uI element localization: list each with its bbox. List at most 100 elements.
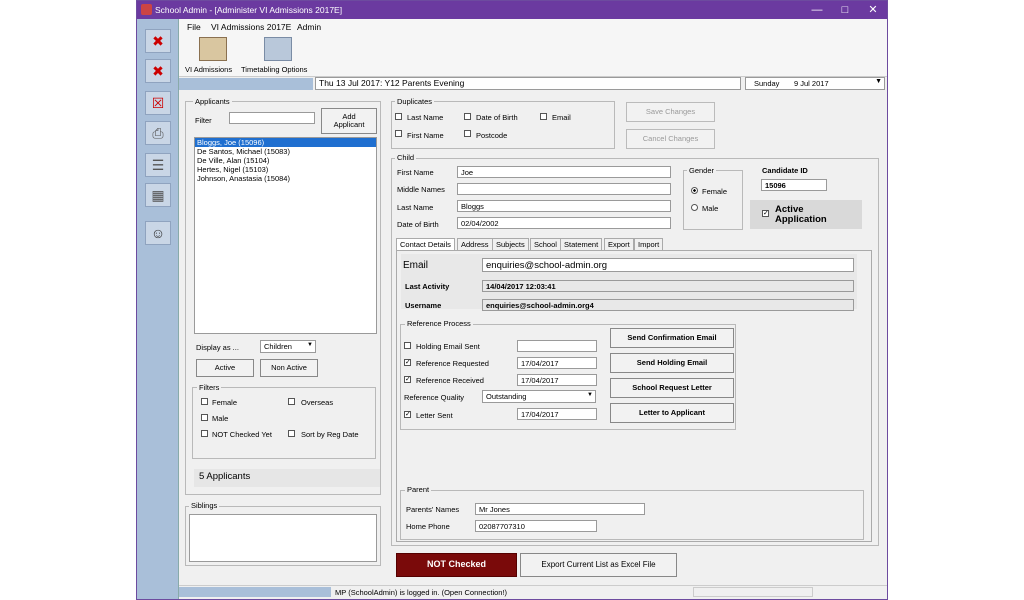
dup-first-name-label: First Name: [407, 131, 444, 140]
active-button[interactable]: Active: [196, 359, 254, 377]
female-checkbox[interactable]: [201, 398, 208, 405]
reference-requested-field[interactable]: 17/04/2017: [517, 357, 597, 369]
male-checkbox[interactable]: [201, 414, 208, 421]
letter-sent-field[interactable]: 17/04/2017: [517, 408, 597, 420]
menu-admin[interactable]: Admin: [297, 22, 321, 32]
applicants-label: Applicants: [193, 97, 232, 106]
tab-import[interactable]: Import: [634, 238, 664, 250]
app-icon: [141, 4, 152, 15]
dup-first-name-checkbox[interactable]: [395, 130, 402, 137]
school-request-letter-button[interactable]: School Request Letter: [610, 378, 734, 398]
tab-address[interactable]: Address: [457, 238, 493, 250]
middle-names-field[interactable]: [457, 183, 671, 195]
reference-quality-label: Reference Quality: [404, 393, 465, 402]
timetabling-icon[interactable]: [264, 37, 292, 61]
parents-names-label: Parents' Names: [406, 505, 460, 514]
cancel-changes-button[interactable]: Cancel Changes: [626, 129, 715, 149]
dup-email-checkbox[interactable]: [540, 113, 547, 120]
male-radio[interactable]: [691, 204, 698, 211]
chevron-down-icon[interactable]: ▼: [587, 392, 593, 398]
active-application-label: Active Application: [775, 204, 827, 225]
vi-admissions-icon[interactable]: [199, 37, 227, 61]
display-as-label: Display as ...: [196, 343, 239, 352]
dup-postcode-checkbox[interactable]: [464, 130, 471, 137]
chevron-down-icon[interactable]: ▼: [875, 78, 882, 85]
timetabling-label[interactable]: Timetabling Options: [241, 65, 307, 74]
menu-module[interactable]: VI Admissions 2017E: [211, 22, 291, 32]
home-phone-field[interactable]: 02087707310: [475, 520, 597, 532]
tab-subjects[interactable]: Subjects: [492, 238, 529, 250]
reference-quality-select[interactable]: Outstanding ▼: [482, 390, 596, 403]
dob-field[interactable]: 02/04/2002: [457, 217, 671, 229]
close-red-icon[interactable]: ✖: [145, 29, 171, 53]
display-as-select[interactable]: Children ▼: [260, 340, 316, 353]
filter-input[interactable]: [229, 112, 315, 124]
delete-icon[interactable]: ☒: [145, 91, 171, 115]
date-day: Sunday: [754, 79, 780, 88]
reference-received-checkbox[interactable]: ✓: [404, 376, 411, 383]
add-applicant-button[interactable]: Add Applicant: [321, 108, 377, 134]
applicants-list[interactable]: Bloggs, Joe (15096) De Santos, Michael (…: [194, 137, 377, 334]
active-application-checkbox[interactable]: ✓: [762, 210, 769, 217]
maximize-icon[interactable]: □: [831, 1, 859, 19]
chevron-down-icon[interactable]: ▼: [307, 342, 313, 348]
reference-received-field[interactable]: 17/04/2017: [517, 374, 597, 386]
parent-group: [400, 490, 864, 540]
save-changes-button[interactable]: Save Changes: [626, 102, 715, 122]
vi-admissions-label[interactable]: VI Admissions: [185, 65, 232, 74]
sort-reg-date-checkbox[interactable]: [288, 430, 295, 437]
letter-to-applicant-button[interactable]: Letter to Applicant: [610, 403, 734, 423]
tab-school[interactable]: School: [530, 238, 561, 250]
first-name-field[interactable]: Joe: [457, 166, 671, 178]
list-item[interactable]: De Santos, Michael (15083): [195, 147, 376, 156]
grid-icon[interactable]: ▦: [145, 183, 171, 207]
tab-contact-details[interactable]: Contact Details: [396, 238, 455, 250]
first-name-label: First Name: [397, 168, 434, 177]
parents-names-field[interactable]: Mr Jones: [475, 503, 645, 515]
list-item[interactable]: Johnson, Anastasia (15084): [195, 174, 376, 183]
gender-group: [683, 170, 743, 230]
display-as-value: Children: [264, 342, 292, 351]
close-all-icon[interactable]: ✖: [145, 59, 171, 83]
title-bar: School Admin - [Administer VI Admissions…: [137, 1, 887, 19]
siblings-label: Siblings: [189, 501, 220, 510]
send-holding-email-button[interactable]: Send Holding Email: [610, 353, 734, 373]
non-active-button[interactable]: Non Active: [260, 359, 318, 377]
menu-file[interactable]: File: [187, 22, 201, 32]
female-radio[interactable]: [691, 187, 698, 194]
last-activity-field: 14/04/2017 12:03:41: [482, 280, 854, 292]
close-icon[interactable]: ✕: [859, 1, 887, 19]
siblings-list[interactable]: [189, 514, 377, 562]
gender-label: Gender: [687, 166, 717, 175]
left-toolbar: ✖ ✖ ☒ ⎙ ☰ ▦ ☺: [137, 19, 179, 599]
minimize-icon[interactable]: —: [803, 1, 831, 19]
candidate-id-field[interactable]: 15096: [761, 179, 827, 191]
export-excel-button[interactable]: Export Current List as Excel File: [520, 553, 677, 577]
middle-names-label: Middle Names: [397, 185, 445, 194]
username-field: enquiries@school-admin.org4: [482, 299, 854, 311]
list-item[interactable]: De Ville, Alan (15104): [195, 156, 376, 165]
holding-email-field[interactable]: [517, 340, 597, 352]
letter-sent-checkbox[interactable]: ✓: [404, 411, 411, 418]
last-name-field[interactable]: Bloggs: [457, 200, 671, 212]
applicant-count: 5 Applicants: [194, 469, 380, 487]
email-field[interactable]: enquiries@school-admin.org: [482, 258, 854, 272]
list-icon[interactable]: ☰: [145, 153, 171, 177]
admissions-icon[interactable]: ☺: [145, 221, 171, 245]
status-text: MP (SchoolAdmin) is logged in. (Open Con…: [335, 588, 508, 597]
dup-dob-checkbox[interactable]: [464, 113, 471, 120]
list-item[interactable]: Hertes, Nigel (15103): [195, 165, 376, 174]
dup-last-name-checkbox[interactable]: [395, 113, 402, 120]
tab-statement[interactable]: Statement: [560, 238, 603, 250]
not-checked-button[interactable]: NOT Checked: [396, 553, 517, 577]
not-checked-checkbox[interactable]: [201, 430, 208, 437]
tab-export[interactable]: Export: [604, 238, 634, 250]
candidate-id-label: Candidate ID: [762, 166, 808, 175]
reference-requested-checkbox[interactable]: ✓: [404, 359, 411, 366]
print-icon[interactable]: ⎙: [145, 121, 171, 145]
date-picker[interactable]: Sunday 9 Jul 2017 ▼: [745, 77, 885, 90]
send-confirmation-email-button[interactable]: Send Confirmation Email: [610, 328, 734, 348]
list-item[interactable]: Bloggs, Joe (15096): [195, 138, 376, 147]
overseas-checkbox[interactable]: [288, 398, 295, 405]
holding-email-checkbox[interactable]: [404, 342, 411, 349]
